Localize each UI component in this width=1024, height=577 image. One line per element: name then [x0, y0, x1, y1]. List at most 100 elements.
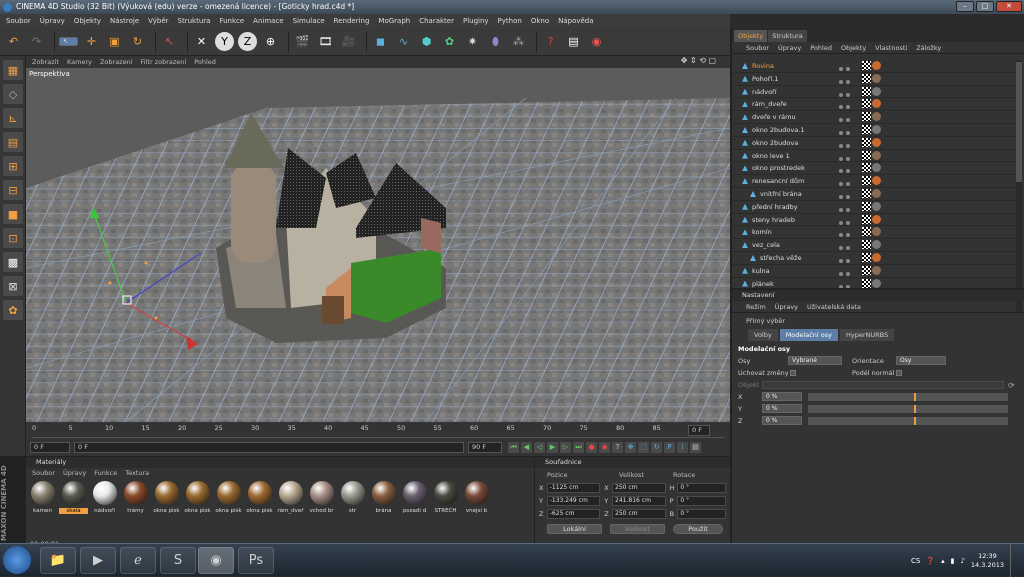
visibility-dots[interactable]	[839, 242, 855, 251]
attribute-tab[interactable]: HyperNURBS	[839, 329, 895, 341]
object-menu-item[interactable]: Pohled	[810, 44, 832, 52]
material-tag-icon[interactable]	[872, 99, 881, 109]
along-normals-checkbox[interactable]	[896, 370, 902, 376]
position-field[interactable]: -625 cm	[546, 508, 601, 519]
scene-icon[interactable]: ⬮	[486, 32, 505, 51]
position-field[interactable]: -1125 cm	[546, 482, 601, 493]
photoshop-icon[interactable]: Ps	[238, 547, 274, 574]
object-link-field[interactable]	[762, 381, 1004, 389]
material-tag-icon[interactable]	[872, 137, 881, 147]
cinema4d-taskbar-icon[interactable]: ◉	[198, 547, 234, 574]
web-icon[interactable]: ◉	[587, 32, 606, 51]
visibility-dots[interactable]	[839, 165, 855, 174]
menu-item[interactable]: Charakter	[419, 17, 454, 25]
current-frame-field[interactable]: 0 F	[688, 425, 710, 436]
cube-icon[interactable]: ◼	[371, 32, 390, 51]
object-row[interactable]: Rovina	[732, 60, 1016, 73]
rotate-icon[interactable]: ↻	[128, 32, 147, 51]
axes-select[interactable]: Vybrané	[788, 356, 842, 365]
visibility-dots[interactable]	[839, 178, 855, 187]
material-tag-icon[interactable]	[872, 278, 881, 288]
move-icon[interactable]: ✛	[82, 32, 101, 51]
axis-value-field[interactable]: 0 %	[762, 404, 802, 413]
menu-item[interactable]: Výběr	[148, 17, 168, 25]
material-tag-icon[interactable]	[872, 265, 881, 275]
array-icon[interactable]: ✿	[440, 32, 459, 51]
texture-tag-icon[interactable]	[862, 99, 871, 109]
rotation-key-icon[interactable]: ↻	[651, 442, 662, 453]
attribute-tab[interactable]: Modelační osy	[779, 329, 838, 341]
material-tag-icon[interactable]	[872, 252, 881, 262]
position-field[interactable]: -133.249 cm	[546, 495, 601, 506]
workplane-icon[interactable]: ▩	[3, 252, 23, 272]
axis-value-field[interactable]: 0 %	[762, 416, 802, 425]
material-swatch[interactable]: okna pisk	[152, 481, 181, 520]
object-list-scrollbar[interactable]	[1016, 60, 1022, 312]
coordinate-system-icon[interactable]: ⊕	[261, 32, 280, 51]
menu-item[interactable]: Python	[498, 17, 522, 25]
y-axis-icon[interactable]: Y	[215, 32, 234, 51]
object-row[interactable]: steny hradeb	[732, 214, 1016, 227]
orientation-select[interactable]: Osy	[896, 356, 946, 365]
visibility-dots[interactable]	[839, 63, 855, 71]
texture-tag-icon[interactable]	[862, 227, 871, 237]
materials-menu-item[interactable]: Soubor	[32, 469, 55, 477]
menu-item[interactable]: Pluginy	[463, 17, 489, 25]
material-tag-icon[interactable]	[872, 163, 881, 173]
material-tag-icon[interactable]	[872, 214, 881, 224]
param-key-icon[interactable]: P	[664, 442, 675, 453]
material-swatch[interactable]: okna pisk	[214, 481, 243, 520]
help-icon[interactable]: ?	[541, 32, 560, 51]
record-icon[interactable]: ●	[586, 442, 597, 453]
points-mode-icon[interactable]: ⊞	[3, 156, 23, 176]
object-axis-icon[interactable]: ⊾	[3, 108, 23, 128]
clock[interactable]: 12:39 14.3.2013	[971, 552, 1004, 570]
viewport-menu-item[interactable]: Pohled	[194, 58, 216, 66]
timeline-ruler[interactable]: 051015202530354045505560657075808590	[32, 424, 724, 438]
menu-item[interactable]: Úpravy	[40, 17, 65, 25]
undo-icon[interactable]: ↶	[4, 32, 23, 51]
material-swatch[interactable]: vchod br	[307, 481, 336, 520]
make-editable-icon[interactable]: ▦	[3, 60, 23, 80]
attribute-menu-item[interactable]: Uživatelská data	[807, 303, 861, 311]
texture-tag-icon[interactable]	[862, 163, 871, 173]
material-tag-icon[interactable]	[872, 240, 881, 250]
language-indicator[interactable]: CS	[911, 557, 920, 565]
object-row[interactable]: komín	[732, 226, 1016, 240]
visibility-dots[interactable]	[839, 191, 855, 199]
attribute-menu-item[interactable]: Režim	[746, 303, 766, 311]
nurbs-icon[interactable]: ⬢	[417, 32, 436, 51]
axis-value-field[interactable]: 0 %	[762, 392, 802, 401]
menu-item[interactable]: Okno	[531, 17, 549, 25]
material-swatch[interactable]: str	[338, 481, 367, 520]
material-swatch[interactable]: okna pisk	[245, 481, 274, 520]
size-field[interactable]: 250 cm	[612, 482, 666, 493]
network-icon[interactable]: ▮	[951, 557, 955, 565]
visibility-dots[interactable]	[839, 101, 855, 110]
rotation-field[interactable]: 0 °	[677, 508, 726, 519]
texture-tag-icon[interactable]	[862, 265, 871, 275]
attribute-menu-item[interactable]: Úpravy	[775, 303, 798, 311]
apply-button[interactable]: Použít	[673, 523, 723, 534]
position-key-icon[interactable]: ✥	[625, 442, 636, 453]
visibility-dots[interactable]	[839, 255, 855, 263]
texture-tag-icon[interactable]	[862, 188, 871, 198]
render-view-icon[interactable]: 🎬	[293, 32, 312, 51]
material-tag-icon[interactable]	[872, 124, 881, 134]
axis-slider[interactable]	[808, 405, 1008, 413]
viewport-menu-item[interactable]: Zobrazení	[100, 58, 133, 66]
object-menu-item[interactable]: Záložky	[916, 44, 941, 52]
object-row[interactable]: vez_cela	[732, 239, 1016, 252]
render-picture-viewer-icon[interactable]: 🎞	[316, 32, 335, 51]
visibility-dots[interactable]	[839, 89, 855, 97]
object-row[interactable]: kulna	[732, 265, 1016, 278]
visibility-dots[interactable]	[839, 114, 855, 123]
live-selection-icon[interactable]: ↖	[59, 37, 78, 46]
media-player-icon[interactable]: ▶	[80, 547, 116, 574]
viewport-menu-item[interactable]: Kamery	[67, 58, 92, 66]
light-icon[interactable]: ⁂	[509, 32, 528, 51]
menu-item[interactable]: Objekty	[74, 17, 101, 25]
visibility-dots[interactable]	[839, 127, 855, 135]
close-button[interactable]: ✕	[996, 1, 1022, 12]
object-menu-item[interactable]: Soubor	[746, 44, 769, 52]
